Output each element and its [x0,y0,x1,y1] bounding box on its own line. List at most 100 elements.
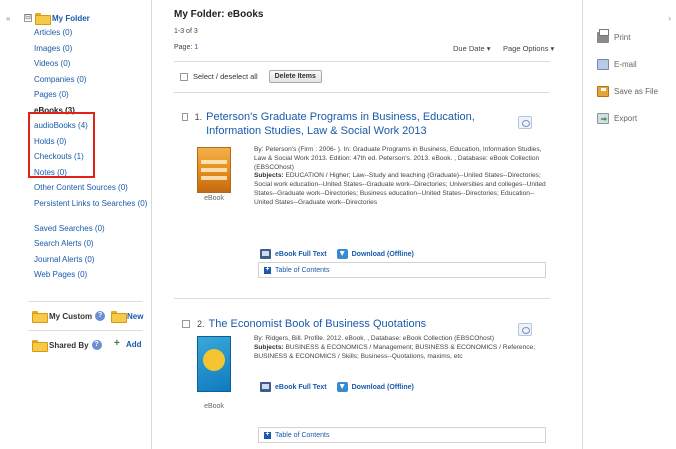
result-number: 1. [194,112,203,122]
save-file-icon [597,86,609,97]
result-actions: eBook Full Text Download (Offline) [260,382,414,392]
expand-plus-icon: + [264,265,271,274]
help-icon[interactable]: ? [95,311,106,321]
divider [174,298,550,299]
divider [28,330,143,331]
divider [174,92,550,93]
select-all-label: Select / deselect all [193,72,258,81]
result-checkbox[interactable] [182,320,190,328]
result-count: 1-3 of 3 [174,28,198,35]
book-cover[interactable] [197,147,231,193]
result-actions: eBook Full Text Download (Offline) [260,249,414,259]
email-button[interactable]: E-mail [597,59,637,70]
add-shared-button[interactable]: Add [114,338,142,350]
ebook-full-text-icon [260,382,271,392]
folder-icon [35,13,51,25]
my-folder-root[interactable]: ⊟ My Folder [24,13,90,25]
save-as-file-button[interactable]: Save as File [597,86,658,97]
cover-graphic [203,349,225,371]
download-icon [336,249,348,259]
download-offline-link[interactable]: Download (Offline) [336,382,414,392]
download-offline-label: Download (Offline) [351,383,414,391]
shared-by-row: Shared By ? [32,340,102,352]
print-label: Print [614,33,631,42]
folder-icon [32,340,48,352]
pagination: Page: 1 [174,44,198,51]
result-citation: By: Peterson's (Firm : 2006- ). In: Grad… [254,146,542,171]
my-custom-row: My Custom ? [32,311,106,323]
tools-panel: › Print E-mail Save as File Export [582,0,676,449]
page-title: My Folder: eBooks [174,9,264,20]
page-label: Page: [174,44,193,51]
table-of-contents-toggle[interactable]: + Table of Contents [258,427,546,443]
export-button[interactable]: Export [597,113,637,124]
book-cover[interactable] [197,336,231,392]
ebook-full-text-link[interactable]: eBook Full Text [260,382,327,392]
result-subjects: EDUCATION / Higher; Law--Study and teach… [254,172,546,206]
ebook-full-text-icon [260,249,271,259]
export-icon [597,113,609,124]
download-offline-label: Download (Offline) [351,250,414,258]
collapse-sidebar-icon[interactable]: « [6,14,10,23]
download-icon [336,382,348,392]
new-folder-label: New [127,311,144,321]
folder-item-saved-searches[interactable]: Saved Searches (0) [34,221,149,237]
folder-item-search-alerts[interactable]: Search Alerts (0) [34,236,149,252]
folder-item-companies[interactable]: Companies (0) [34,72,149,88]
table-of-contents-toggle[interactable]: + Table of Contents [258,262,546,278]
page-options-dropdown[interactable]: Page Options ▾ [503,44,554,53]
result-checkbox[interactable] [182,113,188,121]
my-folder-label[interactable]: My Folder [52,14,90,23]
new-folder-button[interactable]: New [111,311,144,323]
highlight-box [28,112,95,178]
table-of-contents-label: Table of Contents [275,431,330,439]
folder-item-articles[interactable]: Articles (0) [34,25,149,41]
ebook-full-text-label: eBook Full Text [275,250,327,258]
download-offline-link[interactable]: Download (Offline) [336,249,414,259]
subjects-label: Subjects: [254,172,284,180]
cover-stripe [201,168,227,172]
expand-plus-icon: + [264,430,271,439]
collapse-tools-icon[interactable]: › [668,14,671,23]
sort-dropdown[interactable]: Due Date ▾ [453,44,491,53]
folder-sidebar: « ⊟ My Folder Articles (0) Images (0) Vi… [0,0,152,449]
divider [28,301,143,302]
result-title-link[interactable]: The Economist Book of Business Quotation… [209,317,427,331]
ebook-full-text-link[interactable]: eBook Full Text [260,249,327,259]
result-title-link[interactable]: Peterson's Graduate Programs in Business… [206,110,502,138]
result-number: 2. [197,319,205,329]
shared-by-label: Shared By [49,340,89,350]
print-icon [597,29,609,43]
table-of-contents-label: Table of Contents [275,266,330,274]
email-icon [597,59,609,70]
new-folder-icon [111,311,127,323]
add-note-icon[interactable] [518,116,532,129]
result-subjects: BUSINESS & ECONOMICS / Management; BUSIN… [254,343,536,360]
select-all-checkbox[interactable] [180,72,188,81]
page-number-link[interactable]: 1 [194,44,198,51]
result-header: 2. The Economist Book of Business Quotat… [182,317,502,331]
result-header: 1. Peterson's Graduate Programs in Busin… [182,110,502,138]
folder-item-videos[interactable]: Videos (0) [34,56,149,72]
results-area: My Folder: eBooks 1-3 of 3 Page: 1 Due D… [170,0,580,449]
add-icon [114,338,124,349]
folder-item-pages[interactable]: Pages (0) [34,87,149,103]
help-icon[interactable]: ? [91,340,102,350]
delete-items-button[interactable]: Delete Items [268,70,322,83]
email-label: E-mail [614,60,637,69]
folder-icon [32,311,48,323]
folder-item-images[interactable]: Images (0) [34,41,149,57]
result-details: By: Peterson's (Firm : 2006- ). In: Grad… [254,146,548,208]
print-button[interactable]: Print [597,29,631,43]
divider [174,61,550,62]
format-label: eBook [204,403,224,410]
export-label: Export [614,114,638,123]
collapse-tree-icon[interactable]: ⊟ [24,14,32,22]
add-shared-label: Add [126,340,142,349]
result-details: By: Ridgers, Bill. Profile. 2012. eBook.… [254,335,548,361]
folder-item-journal-alerts[interactable]: Journal Alerts (0) [34,252,149,268]
folder-item-web-pages[interactable]: Web Pages (0) [34,267,149,283]
select-all-row: Select / deselect all Delete Items [180,70,322,83]
folder-item-persistent-links[interactable]: Persistent Links to Searches (0) [34,196,149,221]
folder-item-other-content-sources[interactable]: Other Content Sources (0) [34,180,149,196]
